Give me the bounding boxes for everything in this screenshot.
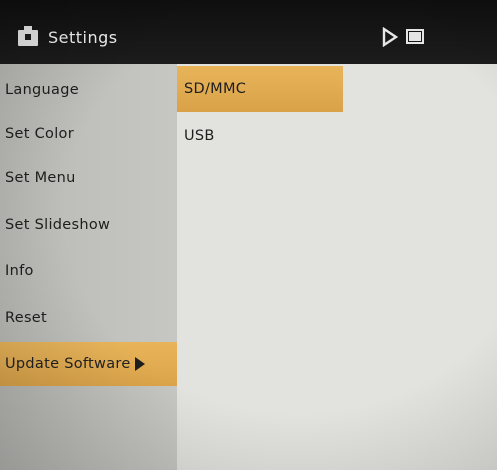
option-usb[interactable]: USB (177, 113, 215, 159)
option-label: SD/MMC (184, 81, 247, 97)
header-title-group: Settings (18, 25, 118, 47)
menu-item-set-menu[interactable]: Set Menu (0, 156, 177, 200)
option-sd-mmc[interactable]: SD/MMC (177, 66, 343, 112)
menu-item-label: Set Color (5, 126, 74, 142)
settings-screen: Settings Language Set Color Set Menu Set… (0, 0, 497, 470)
menu-item-set-slideshow[interactable]: Set Slideshow (0, 203, 177, 247)
menu-item-set-color[interactable]: Set Color (0, 112, 177, 156)
header-bar: Settings (0, 0, 497, 64)
menu-item-label: Set Slideshow (5, 217, 111, 233)
menu-item-label: Language (5, 82, 79, 98)
play-icon (382, 27, 398, 47)
menu-item-reset[interactable]: Reset (0, 296, 177, 340)
settings-menu: Language Set Color Set Menu Set Slidesho… (0, 64, 177, 470)
submenu-panel: SD/MMC USB (177, 64, 497, 470)
arrow-right-icon (134, 357, 145, 371)
menu-item-label: Set Menu (5, 170, 76, 186)
menu-item-language[interactable]: Language (0, 68, 177, 112)
menu-item-label: Reset (5, 310, 48, 326)
page-title: Settings (48, 28, 118, 47)
option-label: USB (184, 128, 215, 144)
menu-item-label: Info (5, 263, 34, 279)
menu-item-update-software[interactable]: Update Software (0, 342, 177, 386)
menu-item-info[interactable]: Info (0, 249, 177, 293)
menu-item-label: Update Software (5, 356, 131, 372)
settings-icon (18, 25, 38, 46)
memory-card-icon (406, 29, 424, 44)
